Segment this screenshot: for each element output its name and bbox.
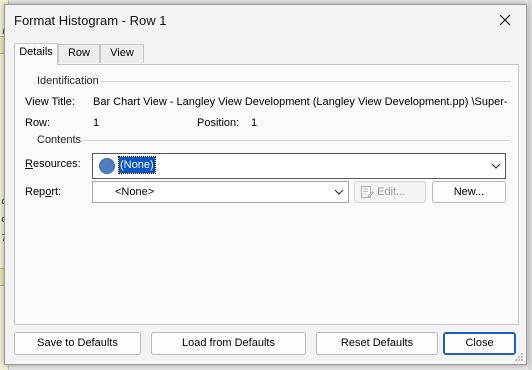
identification-section-label: Identification: [37, 75, 99, 87]
position-value: 1: [251, 117, 258, 129]
save-to-defaults-button[interactable]: Save to Defaults: [14, 332, 141, 355]
new-report-button[interactable]: New...: [432, 181, 506, 203]
report-label: Report:: [25, 186, 62, 198]
resources-label: Resources:: [25, 158, 81, 170]
resources-selected-value: (None): [118, 156, 156, 174]
contents-section-label: Contents: [37, 134, 82, 146]
resources-dropdown[interactable]: (None): [92, 153, 506, 179]
edit-button-label: Edit...: [377, 186, 406, 198]
chevron-down-icon[interactable]: [334, 188, 344, 196]
row-value: 1: [93, 117, 100, 129]
dialog-title: Format Histogram - Row 1: [14, 13, 167, 28]
view-title-value: Bar Chart View - Langley View Developmen…: [93, 96, 507, 108]
position-label: Position:: [197, 117, 240, 129]
resize-grip-icon[interactable]: [514, 352, 524, 362]
contents-divider: [83, 140, 510, 141]
view-title-label: View Title:: [25, 96, 75, 108]
reset-defaults-button[interactable]: Reset Defaults: [316, 332, 438, 355]
chevron-down-icon[interactable]: [491, 162, 501, 170]
report-dropdown[interactable]: <None>: [92, 181, 349, 203]
identification-divider: [101, 81, 510, 82]
tab-details[interactable]: Details: [14, 43, 58, 65]
close-window-button[interactable]: [490, 7, 520, 33]
format-histogram-dialog: Format Histogram - Row 1 Details Row Vie…: [4, 4, 527, 365]
title-bar[interactable]: Format Histogram - Row 1: [5, 5, 526, 35]
tab-row[interactable]: Row: [58, 44, 100, 63]
close-button[interactable]: Close: [443, 332, 516, 355]
edit-report-button[interactable]: Edit...: [354, 181, 426, 203]
resource-color-icon: [99, 158, 115, 174]
edit-document-icon: [360, 185, 374, 199]
close-icon: [499, 14, 511, 26]
background-app-edge: [528, 0, 532, 370]
tab-view[interactable]: View: [100, 44, 144, 63]
details-panel: Identification View Title: Bar Chart Vie…: [14, 64, 519, 325]
load-from-defaults-button[interactable]: Load from Defaults: [151, 332, 306, 355]
report-selected-value: <None>: [115, 186, 155, 198]
row-label: Row:: [25, 117, 51, 129]
